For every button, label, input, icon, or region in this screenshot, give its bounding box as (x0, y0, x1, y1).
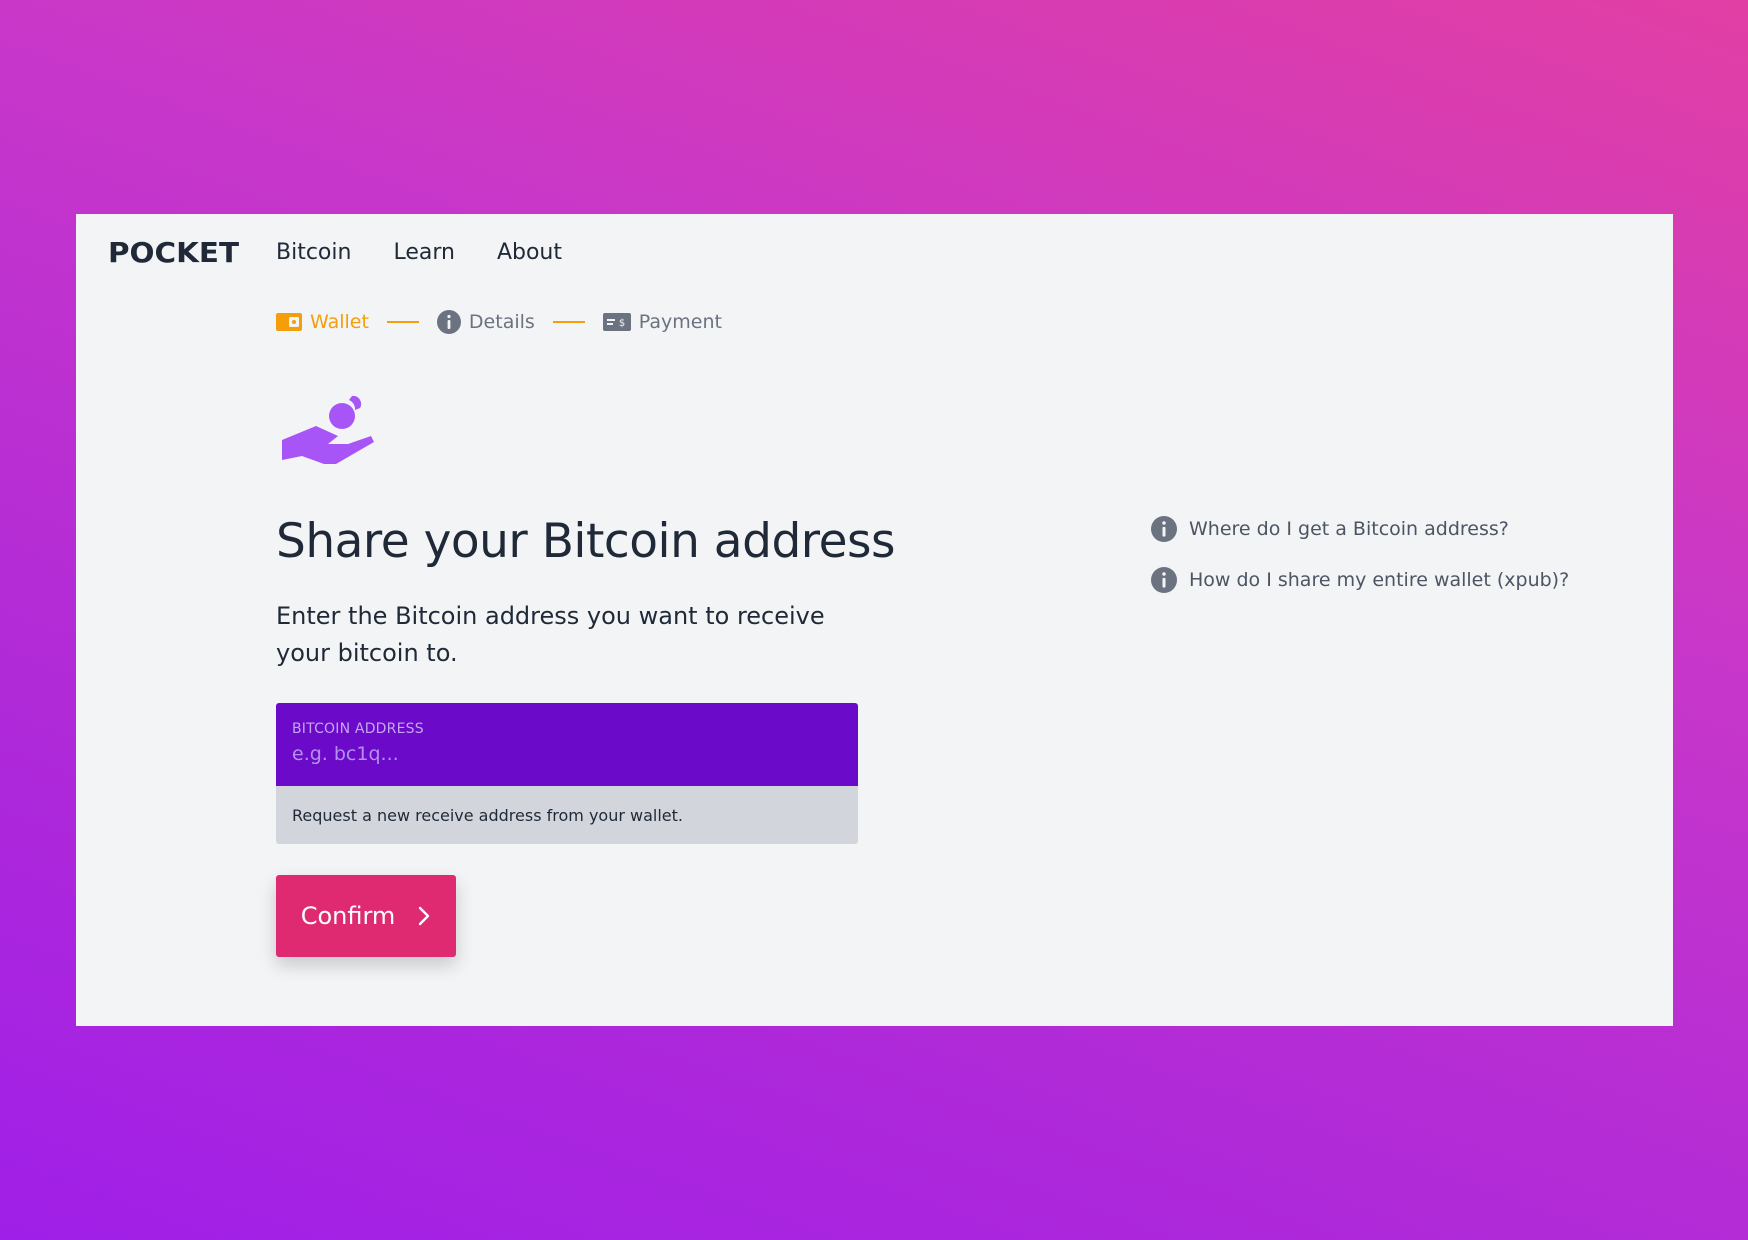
info-icon (1151, 567, 1177, 593)
step-divider (386, 321, 419, 323)
progress-steps: Wallet Details $ Payment (276, 310, 722, 334)
address-input-container[interactable]: BITCOIN ADDRESS (276, 703, 858, 786)
page-subtitle: Enter the Bitcoin address you want to re… (276, 602, 825, 667)
logo[interactable]: POCKET (108, 236, 239, 269)
step-label-payment: Payment (638, 311, 722, 333)
confirm-button[interactable]: Confirm (276, 875, 456, 957)
step-wallet: Wallet (276, 311, 369, 333)
bitcoin-address-input[interactable] (292, 743, 842, 765)
bitcoin-address-field: BITCOIN ADDRESS Request a new receive ad… (276, 703, 858, 844)
main-card: POCKET Bitcoin Learn About Wallet Detail… (76, 214, 1673, 1026)
info-icon (1151, 516, 1177, 542)
step-payment: $ Payment (602, 311, 722, 333)
address-help-text: Request a new receive address from your … (276, 786, 858, 844)
confirm-button-label: Confirm (300, 902, 396, 930)
nav-item-bitcoin[interactable]: Bitcoin (276, 240, 351, 265)
faq-link-where-get-address[interactable]: Where do I get a Bitcoin address? (1151, 516, 1569, 542)
hand-receiving-coin-icon (282, 395, 374, 464)
nav-item-learn[interactable]: Learn (393, 240, 455, 265)
step-divider (552, 321, 585, 323)
step-label-wallet: Wallet (310, 311, 369, 333)
faq-links: Where do I get a Bitcoin address? How do… (1151, 516, 1569, 618)
address-label: BITCOIN ADDRESS (292, 721, 424, 737)
svg-text:$: $ (619, 318, 625, 329)
faq-link-share-xpub[interactable]: How do I share my entire wallet (xpub)? (1151, 567, 1569, 593)
faq-label: Where do I get a Bitcoin address? (1189, 518, 1509, 540)
info-icon (436, 310, 461, 334)
faq-label: How do I share my entire wallet (xpub)? (1189, 569, 1570, 591)
page-title: Share your Bitcoin address (276, 514, 895, 569)
wallet-icon (276, 313, 302, 331)
top-nav: Bitcoin Learn About (276, 240, 562, 265)
payment-card-icon: $ (602, 313, 631, 331)
nav-item-about[interactable]: About (497, 240, 562, 265)
step-label-details: Details (468, 311, 535, 333)
step-details: Details (436, 310, 535, 334)
chevron-right-icon (419, 906, 430, 926)
